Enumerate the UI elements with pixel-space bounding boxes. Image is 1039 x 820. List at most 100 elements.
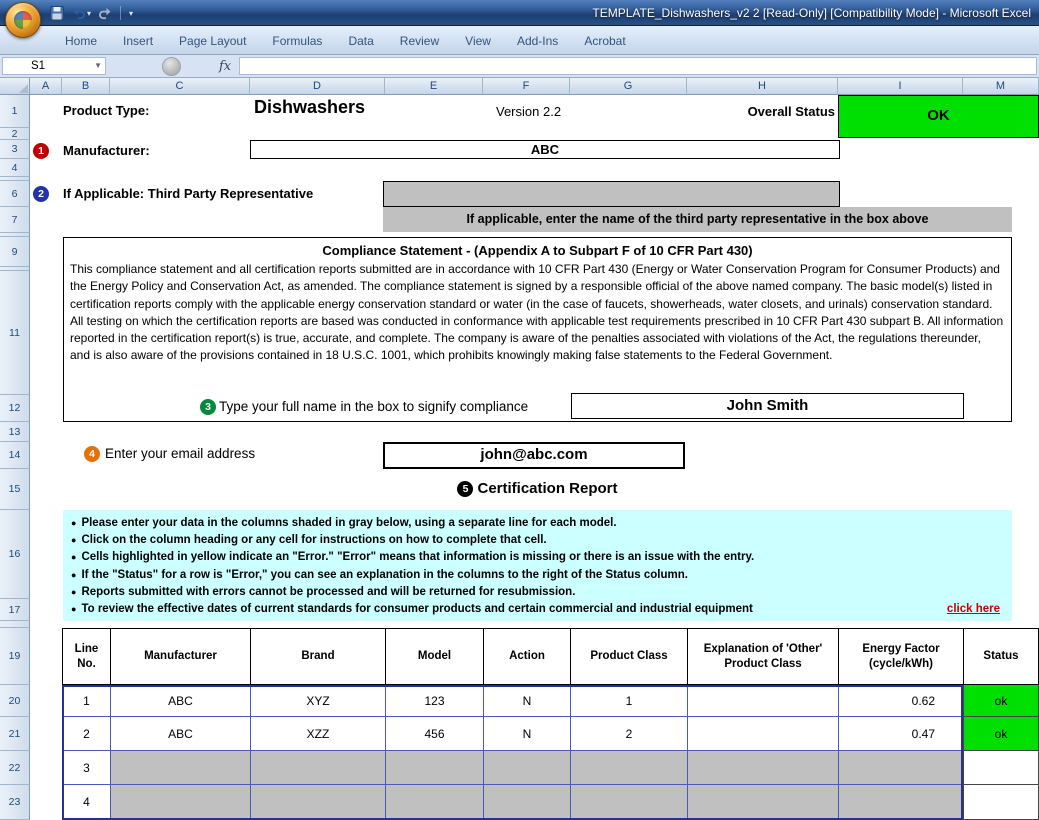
col-header-status[interactable]: Status bbox=[963, 628, 1039, 685]
cell-explanation[interactable] bbox=[687, 717, 838, 751]
cell-manufacturer[interactable]: ABC bbox=[110, 685, 250, 717]
cell-manufacturer[interactable] bbox=[110, 785, 250, 820]
row-header[interactable]: 23 bbox=[0, 785, 30, 820]
row-header[interactable]: 2 bbox=[0, 128, 30, 140]
ribbon-tab-insert[interactable]: Insert bbox=[110, 28, 166, 53]
cell-product-class[interactable]: 1 bbox=[570, 685, 687, 717]
name-box[interactable]: S1 ▼ bbox=[2, 57, 106, 75]
customize-qat-button[interactable]: ▾ bbox=[126, 8, 135, 19]
manufacturer-input[interactable]: ABC bbox=[250, 140, 840, 159]
col-header-energy-factor[interactable]: Energy Factor (cycle/kWh) bbox=[838, 628, 963, 685]
row-header[interactable]: 4 bbox=[0, 159, 30, 177]
cell-product-class[interactable] bbox=[570, 785, 687, 820]
row-header[interactable]: 9 bbox=[0, 237, 30, 267]
cell-model[interactable] bbox=[385, 751, 483, 785]
ribbon-tab-home[interactable]: Home bbox=[52, 28, 110, 53]
row-header[interactable]: 1 bbox=[0, 95, 30, 128]
cell-brand[interactable] bbox=[250, 751, 385, 785]
row-header[interactable]: 6 bbox=[0, 181, 30, 207]
redo-button[interactable] bbox=[96, 5, 115, 21]
cell-model[interactable]: 456 bbox=[385, 717, 483, 751]
row-header[interactable]: 16 bbox=[0, 510, 30, 599]
save-button[interactable] bbox=[48, 5, 66, 21]
insert-function-icon[interactable]: fx bbox=[219, 59, 231, 74]
col-header-product-class[interactable]: Product Class bbox=[570, 628, 687, 685]
cell-model[interactable] bbox=[385, 785, 483, 820]
column-header-i[interactable]: I bbox=[838, 78, 963, 95]
cell-action[interactable]: N bbox=[483, 717, 570, 751]
row-header[interactable]: 17 bbox=[0, 599, 30, 621]
row-header[interactable]: 20 bbox=[0, 685, 30, 717]
column-header-m[interactable]: M bbox=[963, 78, 1039, 95]
cell-status[interactable]: ok bbox=[963, 685, 1039, 717]
ribbon-tab-review[interactable]: Review bbox=[387, 28, 452, 53]
ribbon-tab-view[interactable]: View bbox=[452, 28, 504, 53]
email-input[interactable]: john@abc.com bbox=[383, 442, 685, 469]
cell-manufacturer[interactable] bbox=[110, 751, 250, 785]
row-header[interactable]: 11 bbox=[0, 271, 30, 395]
column-header-e[interactable]: E bbox=[385, 78, 483, 95]
cell-explanation[interactable] bbox=[687, 751, 838, 785]
row-header[interactable]: 21 bbox=[0, 717, 30, 751]
formula-input[interactable] bbox=[239, 57, 1037, 75]
column-header-h[interactable]: H bbox=[687, 78, 838, 95]
ribbon-tab-page-layout[interactable]: Page Layout bbox=[166, 28, 259, 53]
cell-product-class[interactable]: 2 bbox=[570, 717, 687, 751]
row-header[interactable]: 13 bbox=[0, 422, 30, 442]
cell-line-no[interactable]: 3 bbox=[62, 751, 110, 785]
cell-energy-factor[interactable]: 0.62 bbox=[838, 685, 963, 717]
row-header[interactable] bbox=[0, 621, 30, 628]
row-header[interactable]: 19 bbox=[0, 628, 30, 685]
ribbon-tab-add-ins[interactable]: Add-Ins bbox=[504, 28, 571, 53]
full-name-input[interactable]: John Smith bbox=[571, 393, 964, 419]
ribbon-tab-data[interactable]: Data bbox=[335, 28, 386, 53]
click-here-link[interactable]: click here bbox=[947, 601, 1004, 618]
row-header[interactable]: 15 bbox=[0, 469, 30, 510]
row-header[interactable]: 22 bbox=[0, 751, 30, 785]
cell-action[interactable] bbox=[483, 785, 570, 820]
row-header[interactable]: 14 bbox=[0, 442, 30, 469]
col-header-model[interactable]: Model bbox=[385, 628, 483, 685]
office-button[interactable] bbox=[5, 2, 41, 38]
column-header-a[interactable]: A bbox=[30, 78, 62, 95]
cell-status[interactable] bbox=[963, 785, 1039, 820]
cell-brand[interactable]: XZZ bbox=[250, 717, 385, 751]
cell-energy-factor[interactable] bbox=[838, 785, 963, 820]
formula-bar-button[interactable] bbox=[162, 57, 181, 76]
cell-action[interactable]: N bbox=[483, 685, 570, 717]
cell-brand[interactable] bbox=[250, 785, 385, 820]
col-header-explanation[interactable]: Explanation of 'Other' Product Class bbox=[687, 628, 838, 685]
column-header-f[interactable]: F bbox=[483, 78, 570, 95]
col-header-action[interactable]: Action bbox=[483, 628, 570, 685]
ribbon-tab-formulas[interactable]: Formulas bbox=[259, 28, 335, 53]
chevron-down-icon[interactable]: ▼ bbox=[94, 61, 102, 70]
cell-energy-factor[interactable] bbox=[838, 751, 963, 785]
ribbon-tab-acrobat[interactable]: Acrobat bbox=[571, 28, 638, 53]
column-header-d[interactable]: D bbox=[250, 78, 385, 95]
cell-line-no[interactable]: 4 bbox=[62, 785, 110, 820]
select-all-corner[interactable] bbox=[0, 78, 30, 95]
cell-explanation[interactable] bbox=[687, 685, 838, 717]
cell-status[interactable] bbox=[963, 751, 1039, 785]
cell-product-class[interactable] bbox=[570, 751, 687, 785]
col-header-brand[interactable]: Brand bbox=[250, 628, 385, 685]
row-header[interactable]: 3 bbox=[0, 140, 30, 159]
cell-brand[interactable]: XYZ bbox=[250, 685, 385, 717]
col-header-manufacturer[interactable]: Manufacturer bbox=[110, 628, 250, 685]
column-header-b[interactable]: B bbox=[62, 78, 110, 95]
cell-explanation[interactable] bbox=[687, 785, 838, 820]
cell-line-no[interactable]: 2 bbox=[62, 717, 110, 751]
column-header-c[interactable]: C bbox=[110, 78, 250, 95]
cell-status[interactable]: ok bbox=[963, 717, 1039, 751]
column-header-g[interactable]: G bbox=[570, 78, 687, 95]
cell-model[interactable]: 123 bbox=[385, 685, 483, 717]
col-header-line-no[interactable]: Line No. bbox=[62, 628, 110, 685]
row-header[interactable]: 7 bbox=[0, 207, 30, 233]
cell-action[interactable] bbox=[483, 751, 570, 785]
cell-line-no[interactable]: 1 bbox=[62, 685, 110, 717]
undo-button[interactable]: ▾ bbox=[69, 5, 93, 21]
third-party-input[interactable] bbox=[383, 181, 840, 207]
row-header[interactable]: 12 bbox=[0, 395, 30, 422]
cell-manufacturer[interactable]: ABC bbox=[110, 717, 250, 751]
cell-energy-factor[interactable]: 0.47 bbox=[838, 717, 963, 751]
